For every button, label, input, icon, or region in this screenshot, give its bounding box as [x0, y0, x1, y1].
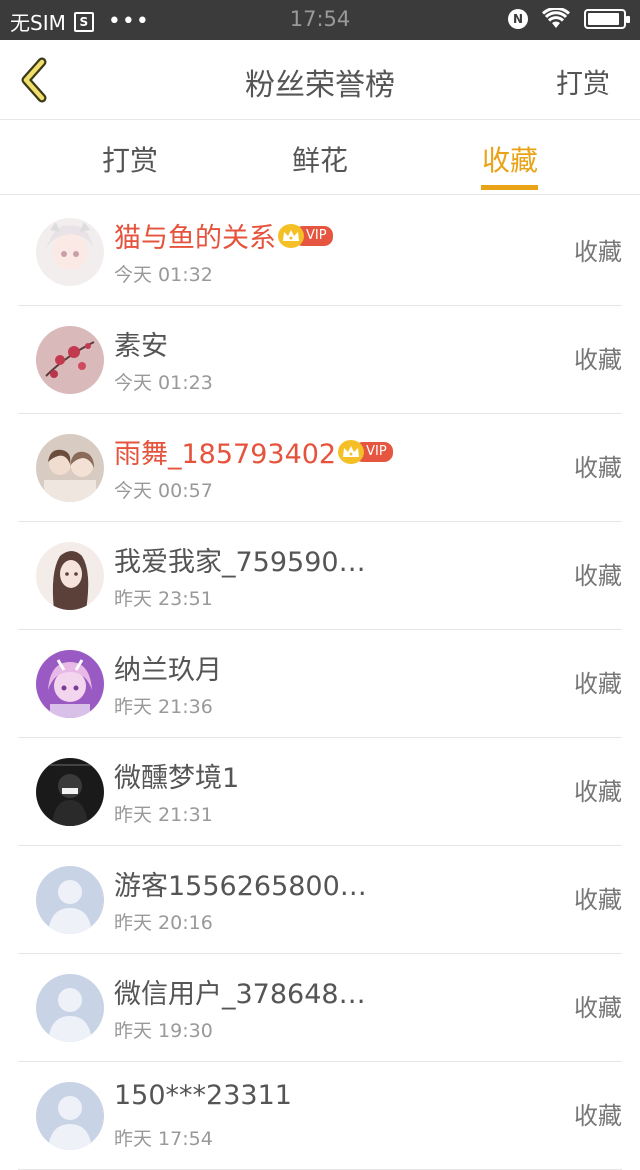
fan-name: 150***23311 — [114, 1080, 292, 1111]
battery-icon — [584, 9, 630, 29]
fan-row[interactable]: 纳兰玖月昨天 21:36 收藏 — [18, 630, 622, 738]
fan-time: 昨天 23:51 — [114, 588, 213, 610]
avatar[interactable] — [36, 974, 104, 1042]
name-line: 微信用户_378648… — [114, 972, 366, 1011]
wifi-icon — [542, 8, 570, 28]
page-title: 粉丝荣誉榜 — [245, 68, 395, 103]
fan-name: 微信用户_378648… — [114, 979, 366, 1010]
tab-flowers[interactable]: 鲜花 — [260, 139, 380, 179]
action-type-label: 收藏 — [574, 994, 622, 1022]
fan-name: 我爱我家_759590… — [114, 547, 366, 578]
fan-time: 今天 00:57 — [114, 480, 213, 502]
action-type-label: 收藏 — [574, 670, 622, 698]
fan-time: 昨天 19:30 — [114, 1020, 213, 1042]
fan-time: 今天 01:23 — [114, 372, 213, 394]
fan-row[interactable]: 150***23311 昨天 17:54 收藏 — [18, 1062, 622, 1170]
battery-level — [588, 13, 619, 25]
fan-time: 今天 01:32 — [114, 264, 213, 286]
fan-time: 昨天 20:16 — [114, 912, 213, 934]
action-type-label: 收藏 — [574, 562, 622, 590]
avatar[interactable] — [36, 326, 104, 394]
name-line: 纳兰玖月 — [114, 648, 222, 687]
action-type-label: 收藏 — [574, 886, 622, 914]
name-line: 猫与鱼的关系 VIP — [114, 216, 333, 255]
vip-badge: VIP — [278, 223, 333, 248]
name-line: 我爱我家_759590… — [114, 540, 366, 579]
fan-row[interactable]: 游客1556265800… 昨天 20:16 收藏 — [18, 846, 622, 954]
reward-button[interactable]: 打赏 — [556, 62, 610, 101]
fan-name: 猫与鱼的关系 — [114, 223, 276, 254]
fan-row[interactable]: 微醺梦境1 昨天 21:31 收藏 — [18, 738, 622, 846]
fan-time: 昨天 21:31 — [114, 804, 213, 826]
fan-name: 雨舞_185793402 — [114, 439, 337, 470]
fan-name: 纳兰玖月 — [114, 655, 222, 686]
status-bar: 无SIM S ••• 17:54 N — [0, 0, 640, 40]
avatar[interactable] — [36, 218, 104, 286]
action-type-label: 收藏 — [574, 778, 622, 806]
tab-bar: 打赏 鲜花 收藏 — [0, 121, 640, 195]
fan-name: 素安 — [114, 331, 168, 362]
name-line: 微醺梦境1 — [114, 756, 239, 795]
crown-icon — [278, 223, 304, 248]
fan-name: 游客1556265800… — [114, 871, 367, 902]
nfc-icon: N — [508, 9, 528, 29]
avatar[interactable] — [36, 758, 104, 826]
status-right: N — [508, 8, 630, 30]
avatar[interactable] — [36, 434, 104, 502]
fan-row[interactable]: 微信用户_378648… 昨天 19:30 收藏 — [18, 954, 622, 1062]
crown-icon — [338, 439, 365, 464]
nav-bar: 粉丝荣誉榜 打赏 — [0, 40, 640, 120]
fan-name: 微醺梦境1 — [114, 763, 240, 794]
action-type-label: 收藏 — [574, 1102, 622, 1130]
fan-time: 昨天 21:36 — [114, 696, 213, 718]
action-type-label: 收藏 — [574, 346, 622, 374]
tab-reward[interactable]: 打赏 — [70, 139, 190, 179]
fan-row[interactable]: 猫与鱼的关系 VIP 今天 01:32 收藏 — [18, 198, 622, 306]
fan-row[interactable]: 我爱我家_759590… 昨天 23:51 收藏 — [18, 522, 622, 630]
active-tab-indicator — [481, 185, 538, 190]
avatar[interactable] — [36, 542, 104, 610]
name-line: 素安 — [114, 324, 168, 363]
name-line: 游客1556265800… — [114, 864, 367, 903]
name-line: 雨舞_185793402 VIP — [114, 432, 393, 471]
name-line: 150***23311 — [114, 1080, 292, 1111]
avatar[interactable] — [36, 1082, 104, 1150]
avatar[interactable] — [36, 650, 104, 718]
fan-row[interactable]: 素安今天 01:23 收藏 — [18, 306, 622, 414]
fan-row[interactable]: 雨舞_185793402 VIP 今天 00:57 收藏 — [18, 414, 622, 522]
tab-favorites[interactable]: 收藏 — [450, 139, 570, 179]
vip-badge: VIP — [338, 439, 393, 464]
action-type-label: 收藏 — [574, 454, 622, 482]
avatar[interactable] — [36, 866, 104, 934]
action-type-label: 收藏 — [574, 238, 622, 266]
fan-list: 猫与鱼的关系 VIP 今天 01:32 收藏 素安 今天 01:23 收藏 雨舞_185793… — [0, 198, 640, 1170]
